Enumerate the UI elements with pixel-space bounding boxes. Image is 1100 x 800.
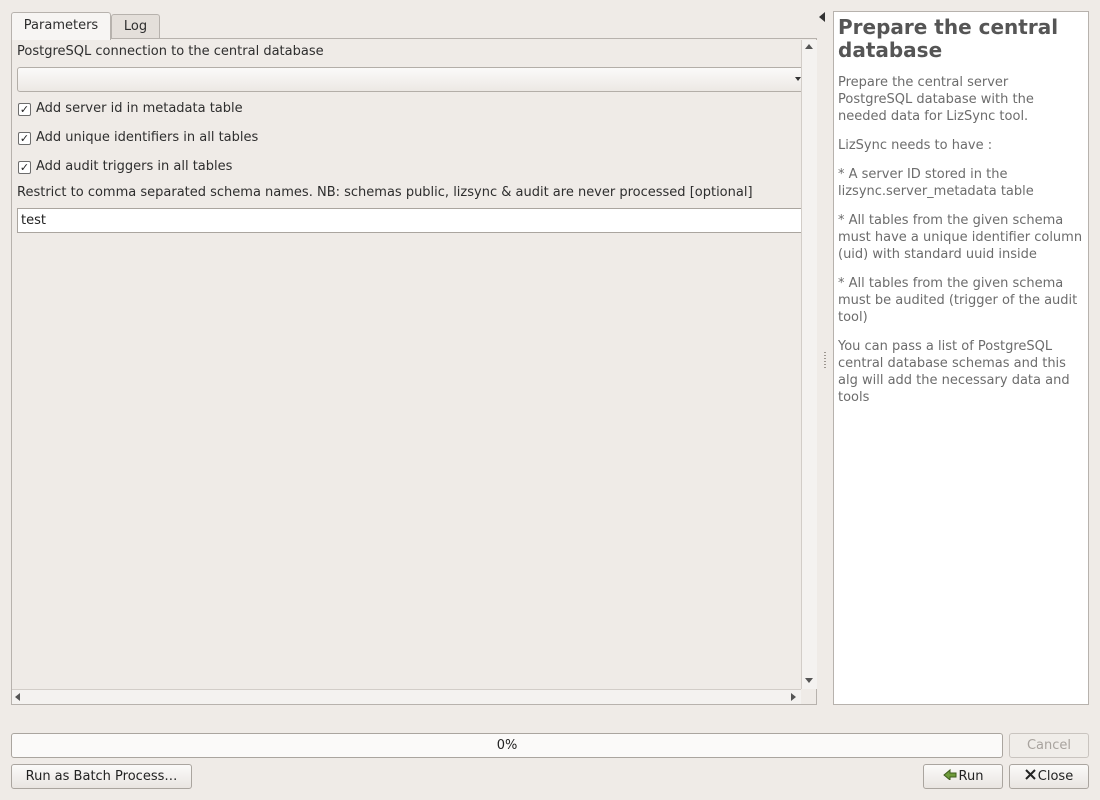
scrollbar-corner [801,689,816,704]
horizontal-scrollbar[interactable] [12,689,801,704]
checkbox-unique-identifiers-label[interactable]: Add unique identifiers in all tables [36,130,258,145]
scroll-right-icon[interactable] [791,693,796,701]
schema-label: Restrict to comma separated schema names… [17,185,753,200]
help-paragraph: You can pass a list of PostgreSQL centra… [838,339,1070,405]
help-paragraph: * All tables from the given schema must … [838,276,1078,325]
tab-parameters-label: Parameters [23,18,99,33]
help-panel: Prepare the central database Prepare the… [833,11,1089,705]
batch-process-label: Run as Batch Process… [25,769,178,784]
scroll-left-icon[interactable] [15,693,20,701]
batch-process-button[interactable]: Run as Batch Process… [11,764,192,789]
progress-label: 0% [496,738,518,753]
collapse-help-icon[interactable] [819,12,825,22]
tab-log-label: Log [123,19,148,34]
help-paragraph: LizSync needs to have : [838,138,993,153]
help-title: Prepare the central database [838,15,1059,62]
checkbox-audit-triggers[interactable]: ✓ [18,161,31,174]
check-mark-icon: ✓ [19,103,30,116]
help-paragraph: * A server ID stored in the lizsync.serv… [838,167,1034,199]
run-button-label: Run [958,769,984,784]
close-button[interactable]: Close [1009,764,1089,789]
connection-combobox[interactable] [17,67,804,92]
progress-bar: 0% [11,733,1003,758]
tab-parameters[interactable]: Parameters [11,12,111,40]
checkbox-server-id-label[interactable]: Add server id in metadata table [36,101,243,116]
checkbox-unique-identifiers[interactable]: ✓ [18,132,31,145]
scroll-down-icon[interactable] [805,678,813,683]
connection-label: PostgreSQL connection to the central dat… [17,44,324,59]
tab-log[interactable]: Log [111,14,160,39]
run-button[interactable]: Run [923,764,1003,789]
check-mark-icon: ✓ [19,132,30,145]
splitter-handle[interactable] [824,352,826,370]
cancel-button-label: Cancel [1026,738,1072,753]
cancel-button[interactable]: Cancel [1009,733,1089,758]
help-paragraph: Prepare the central server PostgreSQL da… [838,75,1034,124]
checkbox-audit-triggers-label[interactable]: Add audit triggers in all tables [36,159,232,174]
schema-input[interactable]: test [17,208,804,233]
help-paragraph: * All tables from the given schema must … [838,213,1083,262]
close-icon [1025,765,1036,788]
run-arrow-icon [942,765,957,788]
check-mark-icon: ✓ [19,161,30,174]
checkbox-server-id[interactable]: ✓ [18,103,31,116]
scroll-up-icon[interactable] [805,44,813,49]
vertical-scrollbar[interactable] [801,40,817,689]
close-button-label: Close [1037,769,1074,784]
